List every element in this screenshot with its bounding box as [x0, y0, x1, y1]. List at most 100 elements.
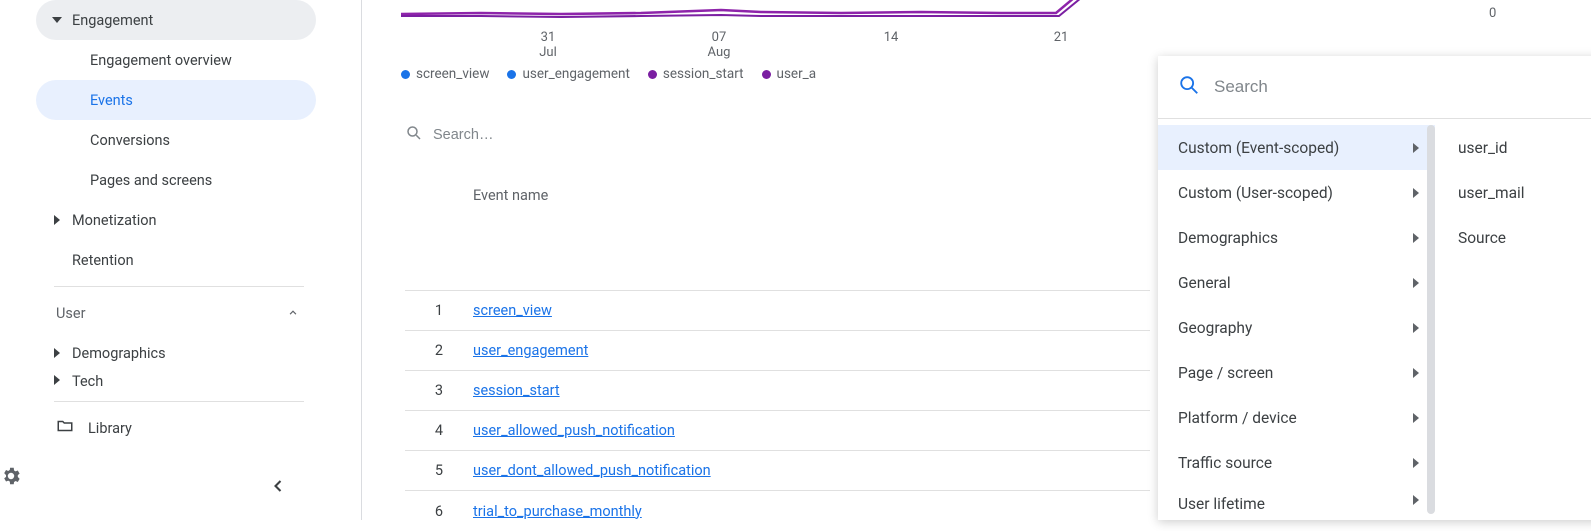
sidebar-item-pages-screens[interactable]: Pages and screens: [36, 160, 316, 200]
sidebar-item-conversions[interactable]: Conversions: [36, 120, 316, 160]
table-row: 6 trial_to_purchase_monthly: [405, 491, 1150, 531]
table-row: 1 screen_view: [405, 291, 1150, 331]
chevron-right-icon: [1411, 278, 1421, 288]
sidebar-item-retention[interactable]: Retention: [36, 240, 316, 280]
category-geography[interactable]: Geography: [1158, 305, 1435, 350]
chart-legend: screen_view user_engagement session_star…: [401, 66, 816, 82]
sidebar-group-engagement[interactable]: Engagement: [36, 0, 316, 40]
sidebar: Engagement Engagement overview Events Co…: [0, 0, 362, 520]
legend-item[interactable]: user_a: [762, 66, 817, 82]
line-chart: 31Jul 07Aug 14 21: [401, 0, 1081, 56]
sidebar-section-label: User: [56, 305, 86, 322]
sidebar-item-label: Library: [88, 420, 132, 437]
event-link[interactable]: user_dont_allowed_push_notification: [473, 462, 711, 479]
chevron-right-icon: [1411, 143, 1421, 153]
search-icon: [1178, 74, 1200, 100]
dimension-user-mail[interactable]: user_mail: [1436, 170, 1591, 215]
main-content: 31Jul 07Aug 14 21 0 0 50K 100K 150 scree…: [363, 0, 1591, 520]
legend-label: user_a: [777, 66, 817, 82]
event-link[interactable]: screen_view: [473, 302, 552, 319]
legend-item[interactable]: user_engagement: [507, 66, 629, 82]
table-row: 2 user_engagement: [405, 331, 1150, 371]
scrollbar[interactable]: [1427, 125, 1435, 514]
category-page-screen[interactable]: Page / screen: [1158, 350, 1435, 395]
category-label: Custom (User-scoped): [1178, 184, 1333, 202]
category-label: General: [1178, 274, 1231, 292]
table-row: 4 user_allowed_push_notification: [405, 411, 1150, 451]
row-index: 3: [405, 382, 465, 399]
event-link[interactable]: session_start: [473, 382, 560, 399]
collapse-sidebar-button[interactable]: [268, 476, 292, 500]
category-label: Demographics: [1178, 229, 1278, 247]
caret-down-icon: [42, 15, 72, 25]
category-custom-event[interactable]: Custom (Event-scoped): [1158, 125, 1435, 170]
table-search: [405, 124, 1145, 146]
category-platform-device[interactable]: Platform / device: [1158, 395, 1435, 440]
sidebar-item-engagement-overview[interactable]: Engagement overview: [36, 40, 316, 80]
row-index: 6: [405, 503, 465, 520]
category-label: User lifetime: [1178, 495, 1265, 513]
table-body: 1 screen_view 2 user_engagement 3 sessio…: [405, 290, 1150, 531]
sidebar-group-demographics[interactable]: Demographics: [36, 333, 316, 373]
legend-dot-icon: [507, 70, 516, 79]
sidebar-item-events[interactable]: Events: [36, 80, 316, 120]
legend-item[interactable]: screen_view: [401, 66, 489, 82]
divider: [54, 401, 304, 402]
legend-label: screen_view: [416, 66, 489, 82]
divider: [54, 286, 304, 287]
x-tick: 21: [1054, 30, 1069, 45]
chevron-right-icon: [1411, 368, 1421, 378]
x-tick: 31Jul: [539, 30, 557, 60]
category-traffic-source[interactable]: Traffic source: [1158, 440, 1435, 485]
category-label: Platform / device: [1178, 409, 1297, 427]
category-label: Page / screen: [1178, 364, 1273, 382]
dimension-user-id[interactable]: user_id: [1436, 125, 1591, 170]
legend-dot-icon: [762, 70, 771, 79]
sidebar-group-label: Monetization: [72, 212, 157, 229]
category-demographics[interactable]: Demographics: [1158, 215, 1435, 260]
event-link[interactable]: user_allowed_push_notification: [473, 422, 675, 439]
chevron-right-icon: [1411, 188, 1421, 198]
event-link[interactable]: user_engagement: [473, 342, 588, 359]
folder-icon: [56, 417, 74, 439]
popover-search-input[interactable]: [1214, 77, 1591, 97]
chevron-right-icon: [1411, 413, 1421, 423]
category-label: Geography: [1178, 319, 1252, 337]
popover-search-row: [1158, 56, 1591, 118]
sidebar-group-tech[interactable]: Tech: [36, 373, 316, 395]
search-icon: [405, 124, 423, 146]
category-list: Custom (Event-scoped) Custom (User-scope…: [1158, 119, 1436, 520]
sidebar-group-label: Tech: [72, 373, 103, 390]
row-index: 5: [405, 462, 465, 479]
category-general[interactable]: General: [1158, 260, 1435, 305]
legend-item[interactable]: session_start: [648, 66, 744, 82]
legend-dot-icon: [648, 70, 657, 79]
dimension-list: user_id user_mail Source: [1436, 119, 1591, 520]
sidebar-item-library[interactable]: Library: [36, 408, 316, 448]
dimension-picker-popover: Custom (Event-scoped) Custom (User-scope…: [1158, 56, 1591, 520]
event-link[interactable]: trial_to_purchase_monthly: [473, 503, 642, 520]
chevron-right-icon: [1411, 458, 1421, 468]
chevron-right-icon: [1411, 233, 1421, 243]
category-label: Traffic source: [1178, 454, 1272, 472]
category-user-lifetime[interactable]: User lifetime: [1158, 485, 1435, 517]
category-custom-user[interactable]: Custom (User-scoped): [1158, 170, 1435, 215]
column-header-event-name[interactable]: Event name: [465, 187, 1150, 204]
legend-label: user_engagement: [522, 66, 629, 82]
x-tick: 07Aug: [708, 30, 731, 60]
sidebar-group-label: Demographics: [72, 345, 166, 362]
sidebar-group-monetization[interactable]: Monetization: [36, 200, 316, 240]
chevron-right-icon: [1411, 323, 1421, 333]
legend-dot-icon: [401, 70, 410, 79]
category-label: Custom (Event-scoped): [1178, 139, 1339, 157]
table-row: 5 user_dont_allowed_push_notification: [405, 451, 1150, 491]
sidebar-section-user[interactable]: User: [36, 293, 316, 333]
legend-label: session_start: [663, 66, 744, 82]
chevron-up-icon: [286, 306, 300, 320]
dimension-source[interactable]: Source: [1436, 215, 1591, 260]
caret-right-icon: [42, 215, 72, 225]
caret-right-icon: [42, 348, 72, 358]
row-index: 1: [405, 302, 465, 319]
table-search-input[interactable]: [433, 127, 1033, 143]
gear-icon[interactable]: [0, 465, 22, 487]
